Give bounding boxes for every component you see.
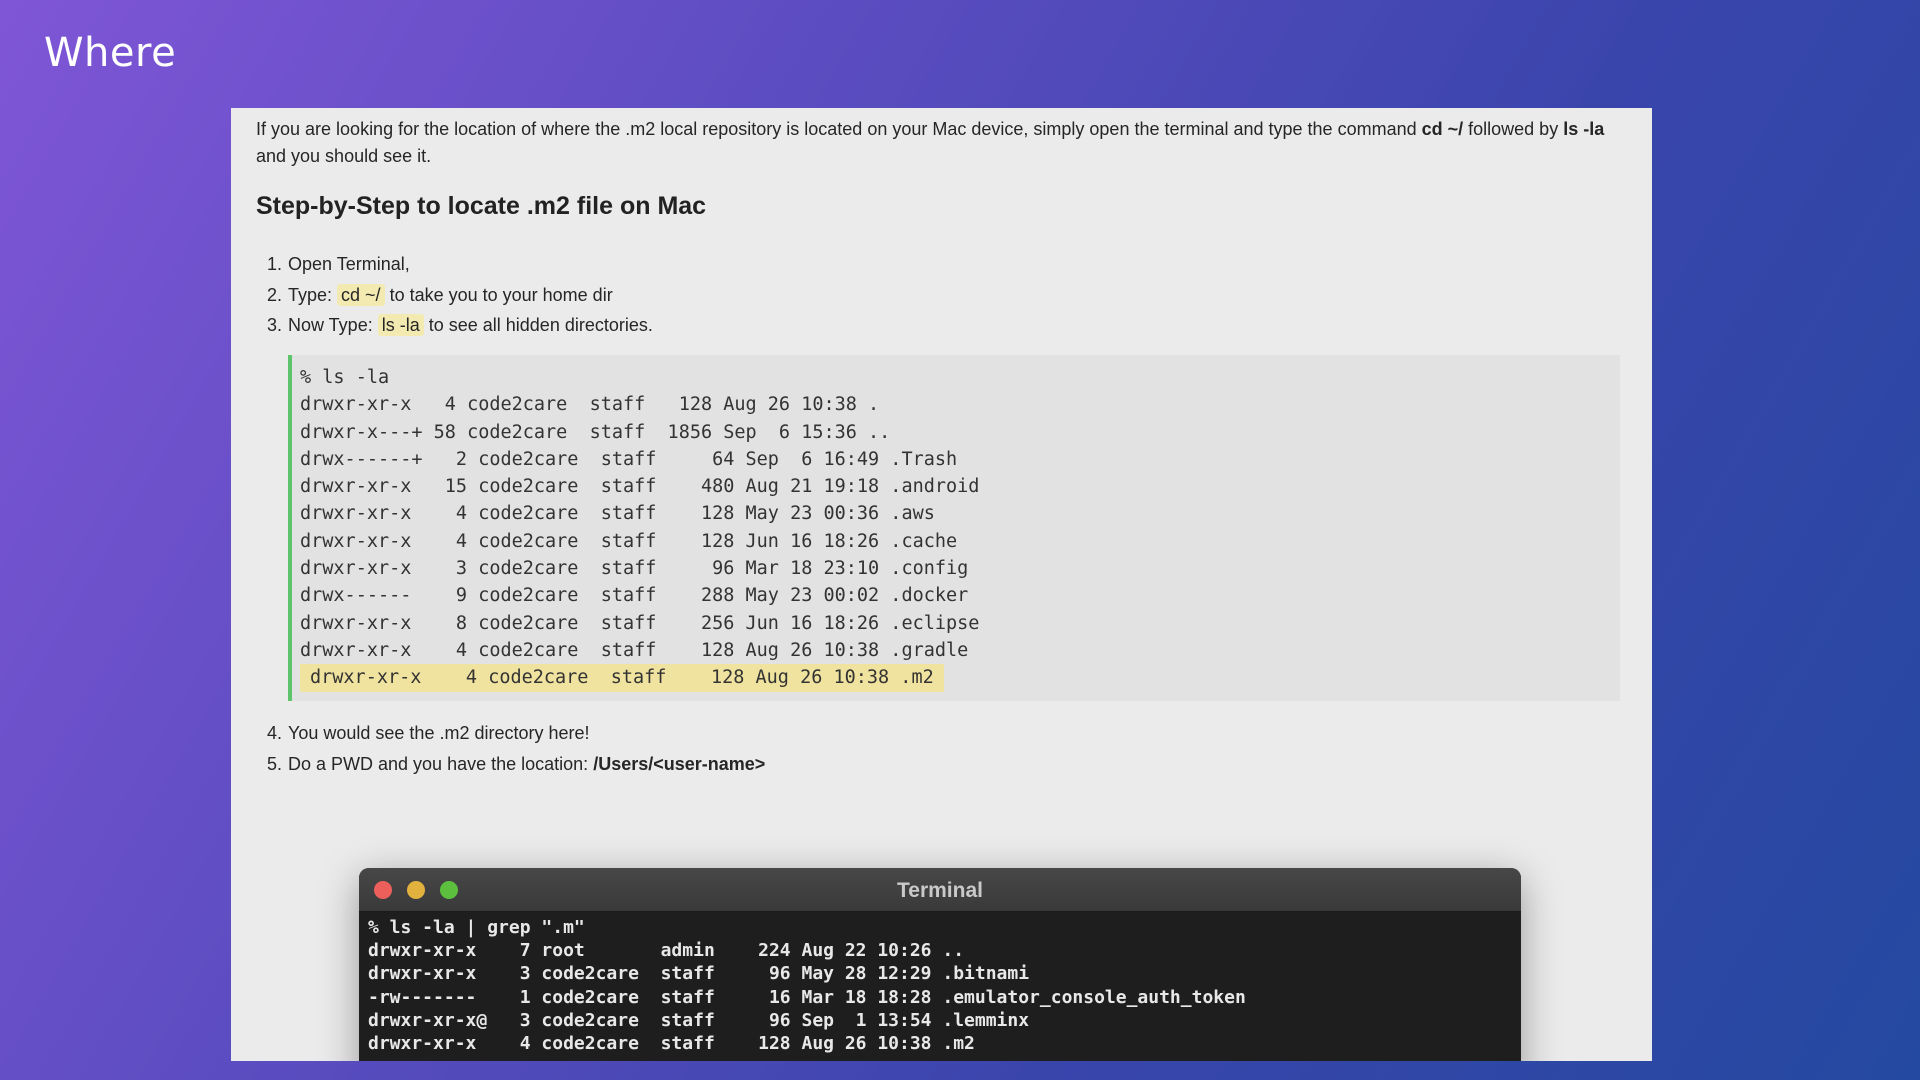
terminal-line: drwxr-xr-x 7 root admin 224 Aug 22 10:26… <box>368 940 965 962</box>
inline-code: ls -la <box>377 314 424 336</box>
article-panel: If you are looking for the location of w… <box>231 108 1652 1061</box>
intro-text: If you are looking for the location of w… <box>256 119 1422 139</box>
inline-code: cd ~/ <box>337 283 385 306</box>
code-line: drwxr-xr-x 4 code2care staff 128 May 23 … <box>300 503 935 525</box>
list-item: 1. Open Terminal, <box>256 249 653 280</box>
terminal-output[interactable]: % ls -la | grep ".m" drwxr-xr-x 7 root a… <box>359 912 1521 1055</box>
step-text: Now Type: ls -la to see all hidden direc… <box>288 310 653 341</box>
list-item: 5. Do a PWD and you have the location: /… <box>256 749 765 780</box>
intro-paragraph: If you are looking for the location of w… <box>256 116 1636 170</box>
code-line: % ls -la <box>300 367 390 388</box>
step-number: 1. <box>266 254 282 274</box>
terminal-window: Terminal % ls -la | grep ".m" drwxr-xr-x… <box>359 868 1521 1061</box>
list-item: 4. You would see the .m2 directory here! <box>256 718 765 749</box>
code-block: % ls -la drwxr-xr-x 4 code2care staff 12… <box>288 355 1620 701</box>
intro-text: followed by <box>1463 119 1564 139</box>
code-line: drwxr-xr-x 4 code2care staff 128 Aug 26 … <box>300 639 969 661</box>
step-number: 2. <box>266 284 282 305</box>
slide-title: Where <box>44 30 177 76</box>
code-line: drwxr-xr-x 4 code2care staff 128 Jun 16 … <box>300 530 958 552</box>
step-text-before: Now Type: <box>288 315 378 335</box>
code-line: drwxr-xr-x 15 code2care staff 480 Aug 21… <box>300 476 980 498</box>
step-text: Open Terminal, <box>288 254 410 274</box>
terminal-line: % ls -la | grep ".m" <box>368 917 585 938</box>
step-text: Type: cd ~/ to take you to your home dir <box>288 280 613 311</box>
code-line: drwxr-xr-x 4 code2care staff 128 Aug 26 … <box>300 394 880 416</box>
terminal-line: drwxr-xr-x 4 code2care staff 128 Aug 26 … <box>368 1033 975 1055</box>
step-number: 3. <box>266 315 282 335</box>
step-text-before: Type: <box>288 284 338 305</box>
intro-text: and you should see it. <box>256 146 432 166</box>
step-text-before: Do a PWD and you have the location: <box>288 753 594 774</box>
code-line: drwxr-x---+ 58 code2care staff 1856 Sep … <box>300 421 891 443</box>
section-heading: Step-by-Step to locate .m2 file on Mac <box>256 192 707 220</box>
terminal-line: drwxr-xr-x@ 3 code2care staff 96 Sep 1 1… <box>368 1009 1030 1031</box>
terminal-line: drwxr-xr-x 3 code2care staff 96 May 28 1… <box>368 963 1030 985</box>
step-text: Do a PWD and you have the location: /Use… <box>288 749 765 780</box>
step-text-after: to see all hidden directories. <box>423 315 653 335</box>
code-line: drwxr-xr-x 8 code2care staff 256 Jun 16 … <box>300 612 980 634</box>
path-text: /Users/<user-name> <box>593 753 766 774</box>
code-line: drwx------ 9 code2care staff 288 May 23 … <box>300 585 969 607</box>
intro-command-cd: cd ~/ <box>1421 119 1464 139</box>
step-text-after: to take you to your home dir <box>384 284 613 305</box>
steps-list-continued: 4. You would see the .m2 directory here!… <box>256 718 765 779</box>
step-text: You would see the .m2 directory here! <box>288 723 590 743</box>
list-item: 3. Now Type: ls -la to see all hidden di… <box>256 310 653 341</box>
terminal-title: Terminal <box>897 879 983 902</box>
terminal-titlebar: Terminal <box>359 868 1521 912</box>
step-number: 5. <box>266 753 282 774</box>
list-item: 2. Type: cd ~/ to take you to your home … <box>256 280 653 311</box>
steps-list: 1. Open Terminal, 2. Type: cd ~/ to take… <box>256 249 653 341</box>
code-line: drwx------+ 2 code2care staff 64 Sep 6 1… <box>300 448 958 470</box>
code-line: drwxr-xr-x 3 code2care staff 96 Mar 18 2… <box>300 558 969 580</box>
terminal-line: -rw------- 1 code2care staff 16 Mar 18 1… <box>368 986 1246 1008</box>
code-line-highlighted: drwxr-xr-x 4 code2care staff 128 Aug 26 … <box>300 664 944 692</box>
intro-command-ls: ls -la <box>1563 119 1605 139</box>
step-number: 4. <box>266 723 282 743</box>
